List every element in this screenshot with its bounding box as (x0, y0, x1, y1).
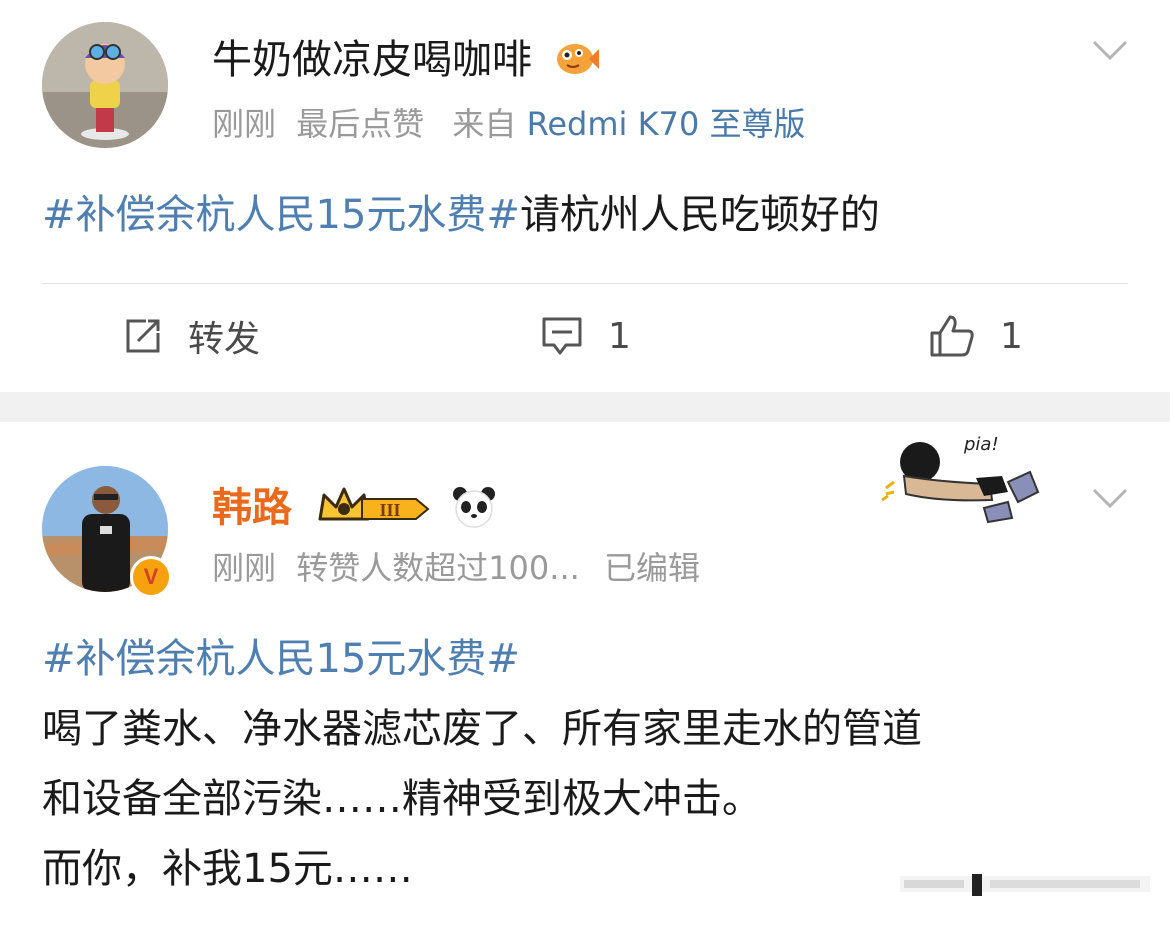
verified-badge-icon: V (130, 556, 172, 598)
repost-icon (126, 319, 160, 353)
weibo-post-1: 牛奶做凉皮喝咖啡 刚刚 最后点赞 来自 Redmi K70 至尊版 #补偿余杭人… (0, 0, 1170, 392)
comment-button[interactable]: 1 (540, 300, 631, 372)
chevron-down-icon[interactable] (1090, 478, 1130, 518)
post-meta: 刚刚 转赞人数超过100... 已编辑 (212, 549, 700, 587)
divider (42, 283, 1128, 284)
post-content: #补偿余杭人民15元水费#请杭州人民吃顿好的 (42, 192, 880, 238)
chevron-down-icon[interactable] (1090, 30, 1130, 70)
topic-link[interactable]: #补偿余杭人民15元水费# (42, 624, 1128, 694)
svg-text:pia!: pia! (963, 434, 999, 455)
pia-kick-sticker-icon: pia! (881, 434, 1040, 524)
svg-text:III: III (379, 500, 400, 520)
thumbs-up-icon (930, 315, 974, 357)
device-link[interactable]: Redmi K70 至尊版 (527, 105, 806, 143)
post-text-line: 喝了粪水、净水器滤芯废了、所有家里走水的管道 (42, 706, 922, 752)
topic-link[interactable]: #补偿余杭人民15元水费# (42, 192, 520, 238)
repost-button[interactable]: 转发 (122, 300, 260, 372)
username[interactable]: 牛奶做凉皮喝咖啡 (212, 36, 599, 84)
fish-emoji-icon (556, 44, 599, 74)
post-meta: 刚刚 最后点赞 来自 Redmi K70 至尊版 (212, 105, 806, 143)
panda-icon (452, 487, 495, 528)
watermark-logo (900, 874, 1150, 896)
username[interactable]: 韩路 III (212, 484, 496, 532)
weibo-post-2: V 韩路 III 刚刚 转赞人数超过100... 已编辑 pia! #补偿余杭人… (0, 422, 1170, 926)
user-avatar[interactable] (42, 22, 168, 148)
like-button[interactable]: 1 (928, 300, 1023, 372)
post-text-line: 和设备全部污染……精神受到极大冲击。 (42, 776, 762, 822)
feed-separator (0, 392, 1170, 422)
post-content: #补偿余杭人民15元水费# 喝了粪水、净水器滤芯废了、所有家里走水的管道 和设备… (42, 624, 1128, 904)
vip-crown-icon: III (318, 487, 430, 521)
comment-icon (542, 317, 582, 355)
